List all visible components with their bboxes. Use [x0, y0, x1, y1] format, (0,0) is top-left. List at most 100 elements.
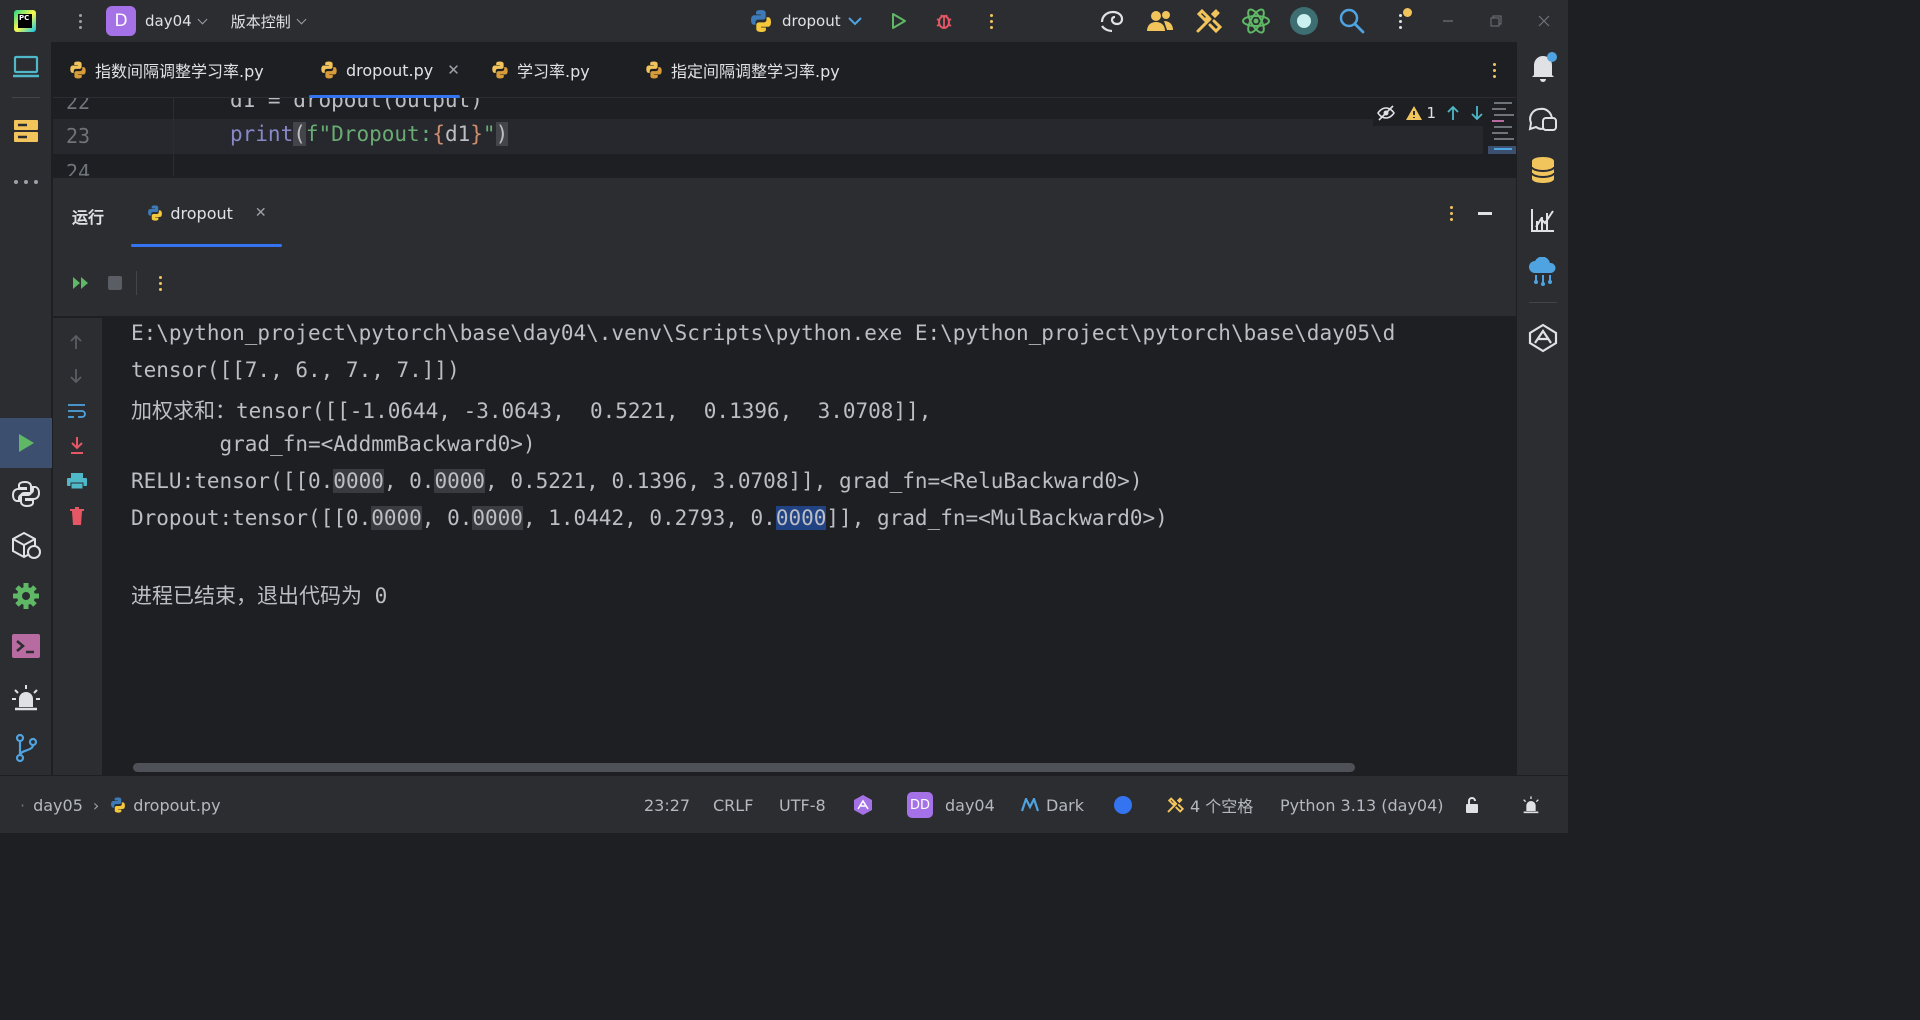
rerun-icon[interactable]	[72, 276, 90, 290]
python-packages-button[interactable]	[0, 524, 52, 568]
python-console-button[interactable]	[0, 472, 52, 516]
soft-wrap-icon[interactable]	[67, 403, 87, 419]
theme-switcher[interactable]: Dark	[1021, 776, 1084, 834]
code-token: f"Dropout:	[305, 122, 433, 146]
minimize-icon[interactable]	[1424, 0, 1472, 42]
project-switcher[interactable]: day04	[145, 12, 208, 30]
close-icon[interactable]: ✕	[255, 205, 267, 221]
tab-file-active[interactable]: dropout.py ✕	[309, 42, 460, 98]
chat-icon	[1528, 107, 1557, 131]
terminal-button[interactable]	[0, 624, 52, 668]
tab-file[interactable]: 学习率.py	[490, 42, 590, 98]
python-file-icon	[111, 797, 126, 813]
status-indicator[interactable]	[1114, 776, 1132, 834]
breadcrumb-folder[interactable]: day05	[33, 796, 83, 815]
ai-spiral-icon[interactable]	[1088, 0, 1136, 42]
problems-button[interactable]	[0, 676, 52, 720]
scroll-up-icon[interactable]	[69, 334, 83, 350]
run-tool-button[interactable]	[0, 418, 52, 468]
code-token: d1	[444, 122, 471, 146]
bell-icon	[1532, 52, 1557, 82]
database-button[interactable]	[1517, 148, 1569, 192]
remote-host-button[interactable]	[1517, 250, 1569, 294]
close-icon[interactable]: ✕	[447, 61, 460, 79]
project-badge[interactable]: D	[106, 6, 136, 36]
search-icon[interactable]	[1328, 0, 1376, 42]
code-line: d1 = dropout(output)	[230, 98, 483, 112]
notifications-button[interactable]	[1517, 45, 1569, 89]
code-with-me-icon[interactable]	[1136, 0, 1184, 42]
run-config-selector[interactable]: dropout	[748, 0, 863, 42]
console-output[interactable]: E:\python_project\pytorch\base\day04\.ve…	[102, 318, 1516, 775]
vcs-menu[interactable]: 版本控制	[231, 11, 307, 32]
arrow-down-icon[interactable]	[1470, 105, 1484, 121]
restore-icon[interactable]	[1472, 0, 1520, 42]
user-badge: DD	[907, 792, 933, 818]
update-dot-icon	[1403, 8, 1412, 17]
line-number: 24	[66, 160, 91, 176]
warnings-indicator[interactable]: 1	[1405, 104, 1436, 122]
more-actions-icon[interactable]	[981, 11, 1001, 31]
editor-minimap[interactable]	[1488, 98, 1516, 176]
project-view-button[interactable]	[0, 45, 52, 89]
alarm-icon	[12, 685, 40, 711]
terminal-icon	[12, 634, 40, 658]
laptop-icon	[13, 55, 39, 78]
code-editor[interactable]: 22 23 24 d1 = dropout(output) print(f"Dr…	[53, 98, 1516, 176]
pycharm-logo-icon[interactable]: PC	[14, 10, 36, 32]
stop-icon[interactable]	[108, 276, 122, 290]
git-button[interactable]	[0, 726, 52, 770]
minimize-panel-icon[interactable]	[1478, 212, 1492, 215]
breadcrumb-file[interactable]: dropout.py	[133, 796, 220, 815]
scroll-down-icon[interactable]	[69, 368, 83, 384]
ai-status-button[interactable]	[852, 776, 874, 834]
run-panel-header: 运行 dropout ✕	[53, 177, 1516, 247]
run-more-icon[interactable]	[150, 273, 170, 293]
line-separator[interactable]: CRLF	[713, 776, 753, 834]
console-line: 加权求和：tensor([[-1.0644, -3.0643, 0.5221, …	[131, 399, 932, 423]
run-button[interactable]	[885, 0, 913, 42]
caret-position[interactable]: 23:27	[644, 776, 690, 834]
inspection-widget: 1	[1373, 100, 1488, 126]
console-line: Dropout:tensor([[0.0000, 0.0000, 1.0442,…	[131, 506, 1168, 530]
indent-label: 4 个空格	[1190, 797, 1254, 816]
readonly-toggle[interactable]	[1464, 776, 1480, 834]
scroll-to-end-icon[interactable]	[69, 436, 85, 456]
close-window-icon[interactable]	[1520, 0, 1568, 42]
services-button[interactable]	[0, 574, 52, 618]
tab-file[interactable]: 指定间隔调整学习率.py	[644, 42, 840, 98]
run-options-icon[interactable]	[1441, 203, 1461, 223]
tab-options-icon[interactable]	[1484, 60, 1504, 80]
ai-assistant-button[interactable]	[1517, 316, 1569, 360]
run-tab[interactable]: dropout ✕	[131, 178, 282, 248]
project-name: day04	[145, 12, 192, 30]
print-icon[interactable]	[66, 472, 88, 490]
settings-menu-icon[interactable]	[1376, 0, 1424, 42]
ai-chat-button[interactable]	[1517, 98, 1569, 142]
build-tools-icon[interactable]	[1184, 0, 1232, 42]
trash-icon[interactable]	[69, 506, 85, 526]
file-encoding[interactable]: UTF-8	[779, 776, 826, 834]
more-tools-button[interactable]	[0, 160, 52, 204]
python-file-icon	[646, 61, 662, 79]
arrow-up-icon[interactable]	[1446, 105, 1460, 121]
python-interpreter[interactable]: Python 3.13 (day04)	[1280, 776, 1444, 834]
python-console-icon	[11, 480, 41, 508]
event-log[interactable]	[1521, 776, 1541, 834]
tab-label: dropout.py	[346, 60, 434, 80]
horizontal-scrollbar[interactable]	[133, 763, 1355, 772]
occurrence-highlight: 0000	[333, 469, 384, 493]
tab-file[interactable]: 指数间隔调整学习率.py	[68, 42, 264, 98]
eye-off-icon[interactable]	[1377, 105, 1396, 121]
record-icon[interactable]	[1280, 0, 1328, 42]
debug-button[interactable]	[930, 0, 958, 42]
structure-button[interactable]	[0, 109, 52, 153]
indent-settings[interactable]: 4 个空格	[1166, 776, 1253, 834]
project-status[interactable]: DD day04	[907, 776, 995, 834]
code-token: (	[293, 122, 306, 146]
main-menu-icon[interactable]	[70, 11, 90, 31]
atom-icon[interactable]	[1232, 0, 1280, 42]
sciview-button[interactable]	[1517, 198, 1569, 242]
console-line: E:\python_project\pytorch\base\day04\.ve…	[131, 321, 1396, 345]
python-file-icon	[70, 61, 86, 79]
